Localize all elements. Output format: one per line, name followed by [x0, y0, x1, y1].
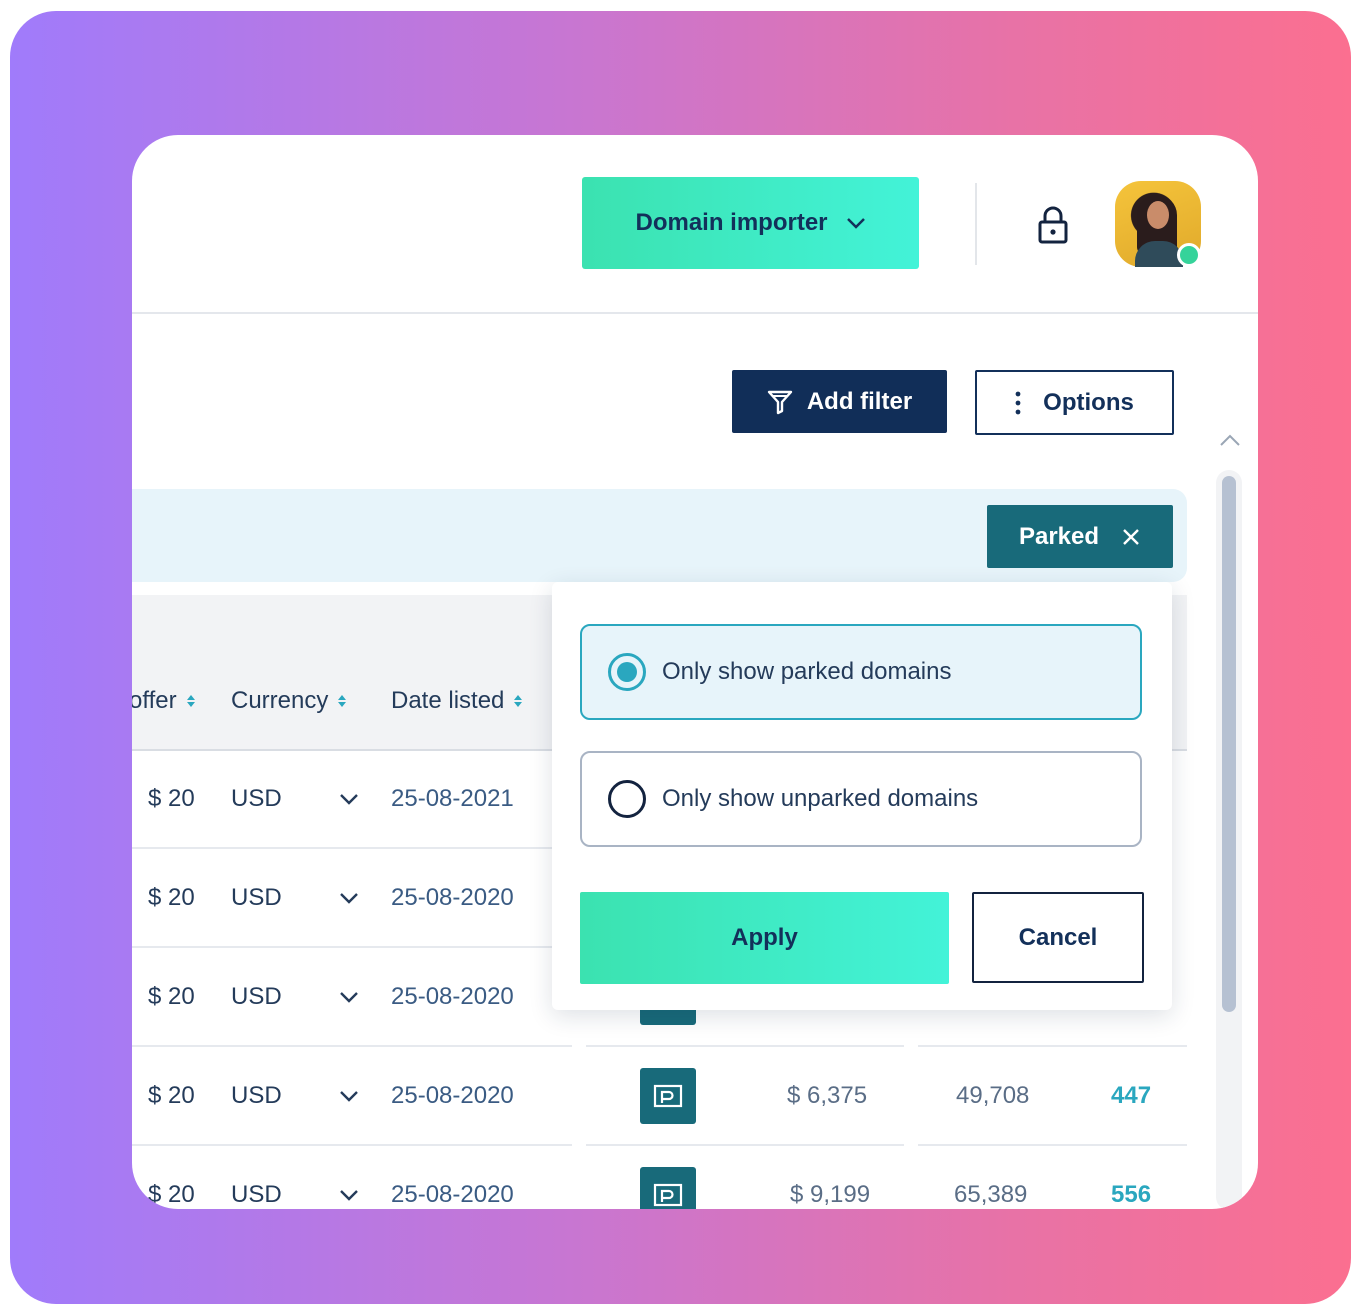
column-header-label: Date listed	[391, 687, 505, 714]
sort-icon[interactable]	[514, 695, 523, 707]
cell-offer: $ 20	[148, 884, 195, 911]
chevron-down-icon[interactable]	[337, 985, 361, 1009]
header-divider	[975, 183, 977, 265]
sort-icon[interactable]	[186, 695, 195, 707]
chevron-down-icon[interactable]	[337, 886, 361, 910]
cell-offer: $ 20	[148, 1181, 195, 1208]
filter-chip-parked[interactable]: Parked	[987, 505, 1173, 568]
parking-sign-icon	[653, 1183, 683, 1207]
gradient-frame: Domain importer Add filter Options Parke…	[10, 11, 1351, 1304]
option-unparked-domains[interactable]: Only show unparked domains	[580, 751, 1142, 847]
apply-button[interactable]: Apply	[580, 892, 949, 984]
cell-value: $ 9,199	[790, 1181, 871, 1208]
row-divider	[918, 1045, 1187, 1047]
radio-selected-icon[interactable]	[608, 653, 646, 691]
domain-importer-button[interactable]: Domain importer	[582, 177, 919, 269]
domain-importer-label: Domain importer	[635, 209, 828, 236]
cell-currency: USD	[231, 983, 282, 1010]
row-divider	[586, 1144, 904, 1146]
add-filter-button[interactable]: Add filter	[732, 370, 947, 433]
avatar-face	[1147, 201, 1169, 229]
scroll-up-chevron-icon[interactable]	[1219, 433, 1241, 447]
cancel-button[interactable]: Cancel	[972, 892, 1144, 983]
close-icon[interactable]	[1121, 527, 1141, 547]
chevron-down-icon[interactable]	[337, 1084, 361, 1108]
online-status-dot	[1177, 243, 1201, 267]
column-header-offer[interactable]: offer	[132, 687, 195, 715]
column-header-label: Currency	[231, 687, 329, 714]
cell-date-listed: 25-08-2020	[391, 1181, 514, 1208]
top-header: Domain importer	[132, 135, 1258, 314]
add-filter-label: Add filter	[806, 387, 913, 415]
cell-offer: $ 20	[148, 1082, 195, 1109]
option-label: Only show unparked domains	[662, 785, 979, 812]
parked-filter-popover: Only show parked domains Only show unpar…	[552, 582, 1172, 1010]
cell-currency: USD	[231, 1181, 282, 1208]
cell-date-listed: 25-08-2020	[391, 983, 514, 1010]
parked-status-icon	[640, 1068, 696, 1124]
cell-count-link[interactable]: 556	[1111, 1181, 1151, 1209]
cell-visitors: 65,389	[954, 1181, 1028, 1208]
cell-date-listed: 25-08-2021	[391, 785, 514, 812]
parking-sign-icon	[653, 1084, 683, 1108]
option-parked-domains[interactable]: Only show parked domains	[580, 624, 1142, 720]
options-label: Options	[1043, 388, 1134, 416]
options-button[interactable]: Options	[975, 370, 1174, 435]
cell-count-link[interactable]: 447	[1111, 1082, 1151, 1110]
filter-chip-label: Parked	[1018, 522, 1100, 550]
row-divider	[132, 1045, 572, 1047]
cell-offer: $ 20	[148, 785, 195, 812]
app-window: Domain importer Add filter Options Parke…	[132, 135, 1258, 1209]
cell-date-listed: 25-08-2020	[391, 1082, 514, 1109]
row-divider	[132, 946, 572, 948]
cell-currency: USD	[231, 785, 282, 812]
sort-icon[interactable]	[338, 695, 347, 707]
cell-currency: USD	[231, 884, 282, 911]
cell-currency: USD	[231, 1082, 282, 1109]
cell-value: $ 6,375	[787, 1082, 868, 1109]
cell-offer: $ 20	[148, 983, 195, 1010]
row-divider	[586, 1045, 904, 1047]
row-divider	[132, 847, 572, 849]
filter-icon	[767, 390, 793, 414]
row-divider	[918, 1144, 1187, 1146]
chevron-down-icon[interactable]	[337, 787, 361, 811]
column-header-currency[interactable]: Currency	[231, 687, 347, 715]
column-header-date-listed[interactable]: Date listed	[391, 687, 523, 715]
parked-status-icon	[640, 1167, 696, 1209]
scrollbar-thumb[interactable]	[1222, 476, 1236, 1012]
chevron-down-icon[interactable]	[337, 1183, 361, 1207]
cell-date-listed: 25-08-2020	[391, 884, 514, 911]
column-header-label: offer	[132, 687, 177, 714]
radio-unselected-icon[interactable]	[608, 780, 646, 818]
lock-icon[interactable]	[1036, 205, 1070, 245]
kebab-icon	[1015, 391, 1021, 414]
row-divider	[132, 1144, 572, 1146]
cell-visitors: 49,708	[956, 1082, 1030, 1109]
option-label: Only show parked domains	[662, 658, 952, 685]
avatar-body	[1135, 241, 1183, 267]
avatar[interactable]	[1115, 181, 1201, 267]
chevron-down-icon	[846, 218, 865, 229]
